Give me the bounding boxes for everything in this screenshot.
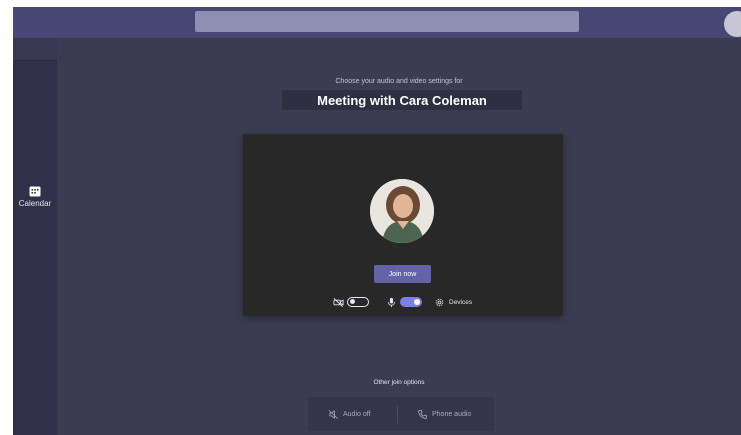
phone-audio-button[interactable]: Phone audio: [417, 397, 471, 431]
meeting-title: Meeting with Cara Coleman: [317, 92, 487, 108]
person-photo-icon: [370, 179, 434, 243]
phone-audio-label: Phone audio: [432, 410, 472, 418]
title-bar: [13, 7, 741, 38]
video-preview-card: Join now Devices: [243, 134, 563, 316]
gear-icon[interactable]: [434, 297, 445, 308]
microphone-toggle-knob: [414, 299, 420, 305]
audio-off-label: Audio off: [343, 410, 371, 418]
prejoin-screen: Choose your audio and video settings for…: [57, 38, 741, 435]
rail-item-calendar[interactable]: Calendar: [13, 186, 57, 226]
rail-item-label: Calendar: [18, 199, 52, 208]
device-controls: Devices: [333, 295, 472, 309]
app-rail: Calendar: [13, 38, 57, 435]
app-window: Calendar Choose your audio and video set…: [0, 0, 741, 435]
calendar-icon: [29, 186, 41, 197]
teams-app: Calendar Choose your audio and video set…: [13, 7, 741, 435]
participant-photo: [370, 179, 434, 243]
phone-icon: [418, 409, 428, 419]
options-divider: [397, 406, 398, 423]
meeting-title-container: Meeting with Cara Coleman: [282, 90, 522, 110]
prejoin-subtitle: Choose your audio and video settings for: [335, 78, 463, 85]
search-input[interactable]: [195, 11, 579, 32]
user-avatar[interactable]: [724, 11, 741, 37]
rail-header: [13, 38, 57, 61]
other-join-options-label: Other join options: [373, 379, 425, 386]
camera-toggle-knob: [350, 299, 355, 305]
audio-off-button[interactable]: Audio off: [328, 397, 371, 431]
join-now-button[interactable]: Join now: [374, 265, 431, 283]
other-join-options: Audio off Phone audio: [308, 397, 494, 431]
speaker-off-icon: [328, 409, 338, 419]
microphone-icon: [388, 297, 395, 307]
camera-toggle[interactable]: [347, 297, 369, 307]
microphone-toggle[interactable]: [400, 297, 422, 307]
devices-button[interactable]: Devices: [449, 299, 472, 306]
camera-off-icon: [333, 297, 344, 307]
